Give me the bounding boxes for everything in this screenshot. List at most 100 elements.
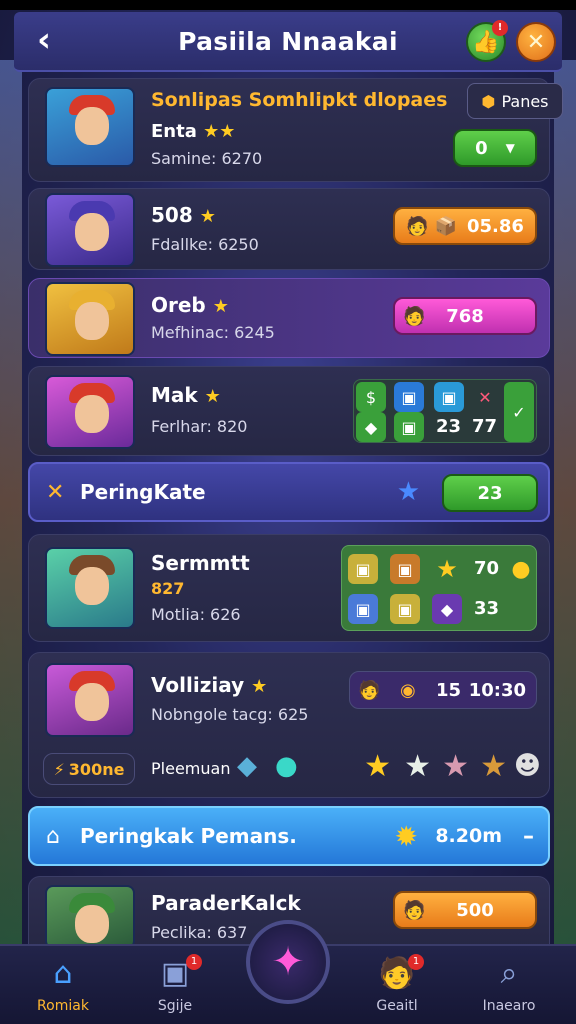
back-button[interactable]: ‹: [26, 23, 62, 60]
list-item[interactable]: 508 ★ Fdallke: 6250 🧑 📦 05.86: [28, 188, 550, 270]
resource-count: 77: [472, 416, 498, 437]
player-name: Mak ★: [151, 383, 221, 407]
score-button[interactable]: 🧑 500: [393, 891, 537, 929]
center-action-button[interactable]: ✦: [246, 920, 330, 1004]
list-item[interactable]: Mak ★ Ferlhar: 820 $ ◆ ▣ ▣ ▣ ✕ 23 77 ✓: [28, 366, 550, 456]
lightning-icon: ⚡: [53, 759, 65, 779]
player-name: Enta ★★: [151, 121, 236, 142]
avatar: [45, 547, 135, 629]
avatar: [45, 193, 135, 267]
star-icon: ★: [251, 676, 268, 697]
avatar: [45, 663, 135, 737]
list-item[interactable]: Volliziay ★ Nobngole tacg: 625 🧑 ◉ 15 10…: [28, 652, 550, 798]
score-button[interactable]: 🧑 768: [393, 297, 537, 335]
star-burst-icon: ✦: [271, 939, 305, 985]
notification-badge: 1: [186, 954, 202, 970]
star-badge-icon: ✹: [394, 819, 418, 853]
chevron-down-icon: ▼: [505, 141, 515, 155]
section-header-pemans[interactable]: ⌂ Peringkak Pemans. ✹ 8.20m –: [28, 806, 550, 866]
medal-icon: ◉: [400, 679, 416, 701]
star-icon: ★: [436, 555, 458, 583]
star-icon: ★: [364, 749, 391, 784]
panes-label: Panes: [501, 91, 549, 111]
header: ‹ Pasiila Nnaakai 👍 ! ✕: [14, 12, 562, 72]
list-item[interactable]: Sermmtt 827 Motlia: 626 ▣ ▣ ★ 70 ● ▣ ▣ ◆…: [28, 534, 550, 642]
page-title: Pasiila Nnaakai: [178, 26, 398, 56]
reward-button[interactable]: 🧑 📦 05.86: [393, 207, 537, 245]
section-value: 8.20m: [435, 825, 502, 847]
reward-value: 05.86: [466, 215, 524, 237]
badge-label: 300ne: [68, 759, 125, 779]
notification-badge: 1: [408, 954, 424, 970]
thumbs-up-button[interactable]: 👍 !: [466, 20, 508, 62]
star-icon: ★: [199, 206, 216, 227]
nav-label: Sgije: [157, 998, 193, 1014]
box-icon: ▣: [434, 382, 464, 412]
resource-panel: $ ◆ ▣ ▣ ▣ ✕ 23 77 ✓: [353, 379, 537, 443]
star-icon: ★: [442, 749, 469, 784]
banner-title: Sonlipas Somhlipkt dlopaes: [151, 89, 448, 111]
chest-icon: ▣: [348, 554, 378, 584]
hero-icon: 🧑: [406, 215, 429, 237]
close-button[interactable]: ✕: [516, 22, 556, 62]
timer-panel: 🧑 ◉ 15 10:30: [349, 671, 537, 709]
gem-icon: $: [356, 382, 386, 412]
chest-icon: 📦: [434, 215, 457, 237]
crossed-swords-icon: ✕: [46, 479, 65, 505]
reward-count: 70: [474, 558, 500, 579]
nav-item-player[interactable]: 🧑 1 Geaitl: [352, 954, 442, 1014]
avatar: [45, 375, 135, 449]
nav-item-chat[interactable]: ▣ 1 Sgije: [130, 954, 220, 1014]
resource-count: 23: [436, 416, 462, 437]
nav-label: Geaitl: [376, 998, 418, 1014]
list-item[interactable]: Sonlipas Somhlipkt dlopaes ⬢ Panes Enta …: [28, 78, 563, 182]
player-name: Sermmtt: [151, 551, 250, 575]
section-header-ranking[interactable]: ✕ PeringKate ★ 23: [28, 462, 550, 522]
nav-item-search[interactable]: ⌕ Inaearo: [464, 956, 554, 1014]
panes-button[interactable]: ⬢ Panes: [467, 83, 563, 119]
star-icon: ★: [212, 296, 229, 317]
avatar: [45, 282, 135, 356]
timer-value: 10:30: [468, 679, 526, 701]
check-icon[interactable]: ✓: [504, 382, 534, 442]
nav-item-home[interactable]: ⌂ Romiak: [18, 956, 108, 1014]
bottom-navigation: ⌂ Romiak ▣ 1 Sgije ✦ 🧑 1 Geaitl ⌕ Inaearo: [0, 920, 576, 1024]
player-stat: Nobngole tacg: 625: [151, 705, 309, 724]
gold-amount: 827: [151, 579, 185, 598]
avatar: [45, 885, 135, 949]
section-label: Peringkak Pemans.: [80, 824, 297, 848]
player-label: Pleemuan: [151, 759, 231, 778]
search-icon: ⌕: [500, 956, 518, 991]
score-value: 768: [446, 305, 484, 327]
nav-label: Romiak: [37, 998, 89, 1014]
star-icon: ★: [404, 749, 431, 784]
star-icon: ★: [480, 749, 507, 784]
player-stat: Motlia: 626: [151, 605, 241, 624]
box-icon: ▣: [394, 412, 424, 442]
player-name: Volliziay ★: [151, 673, 268, 697]
swords-icon: ✕: [478, 387, 492, 407]
background-left-strip: [0, 60, 22, 944]
score-value: 500: [456, 899, 494, 921]
box-icon: ▣: [394, 382, 424, 412]
player-name: ParaderKalck: [151, 891, 301, 915]
list-item[interactable]: Oreb ★ Mefhinac: 6245 🧑 768: [28, 278, 550, 358]
gem-icon: ◆: [356, 412, 386, 442]
collapse-button[interactable]: –: [523, 824, 534, 849]
hero-icon: 🧑: [403, 305, 426, 327]
star-icon: ★: [396, 477, 420, 507]
badge-button[interactable]: ⚡ 300ne: [43, 753, 135, 785]
cube-icon: ◆: [237, 751, 257, 781]
chat-icon: ▣ 1: [130, 954, 220, 992]
avatar: [45, 87, 135, 167]
player-name: 508 ★: [151, 203, 216, 227]
star-icon: ★★: [203, 121, 236, 142]
orb-icon: ●: [275, 751, 298, 781]
ranking-value[interactable]: 23: [442, 474, 538, 512]
reward-panel: ▣ ▣ ★ 70 ● ▣ ▣ ◆ 33: [341, 545, 537, 631]
score-dropdown[interactable]: 0 ▼: [453, 129, 537, 167]
player-stat: Fdallke: 6250: [151, 235, 259, 254]
timer-count: 15: [436, 679, 462, 701]
box-icon: ▣: [348, 594, 378, 624]
player-name: Oreb ★: [151, 293, 229, 317]
